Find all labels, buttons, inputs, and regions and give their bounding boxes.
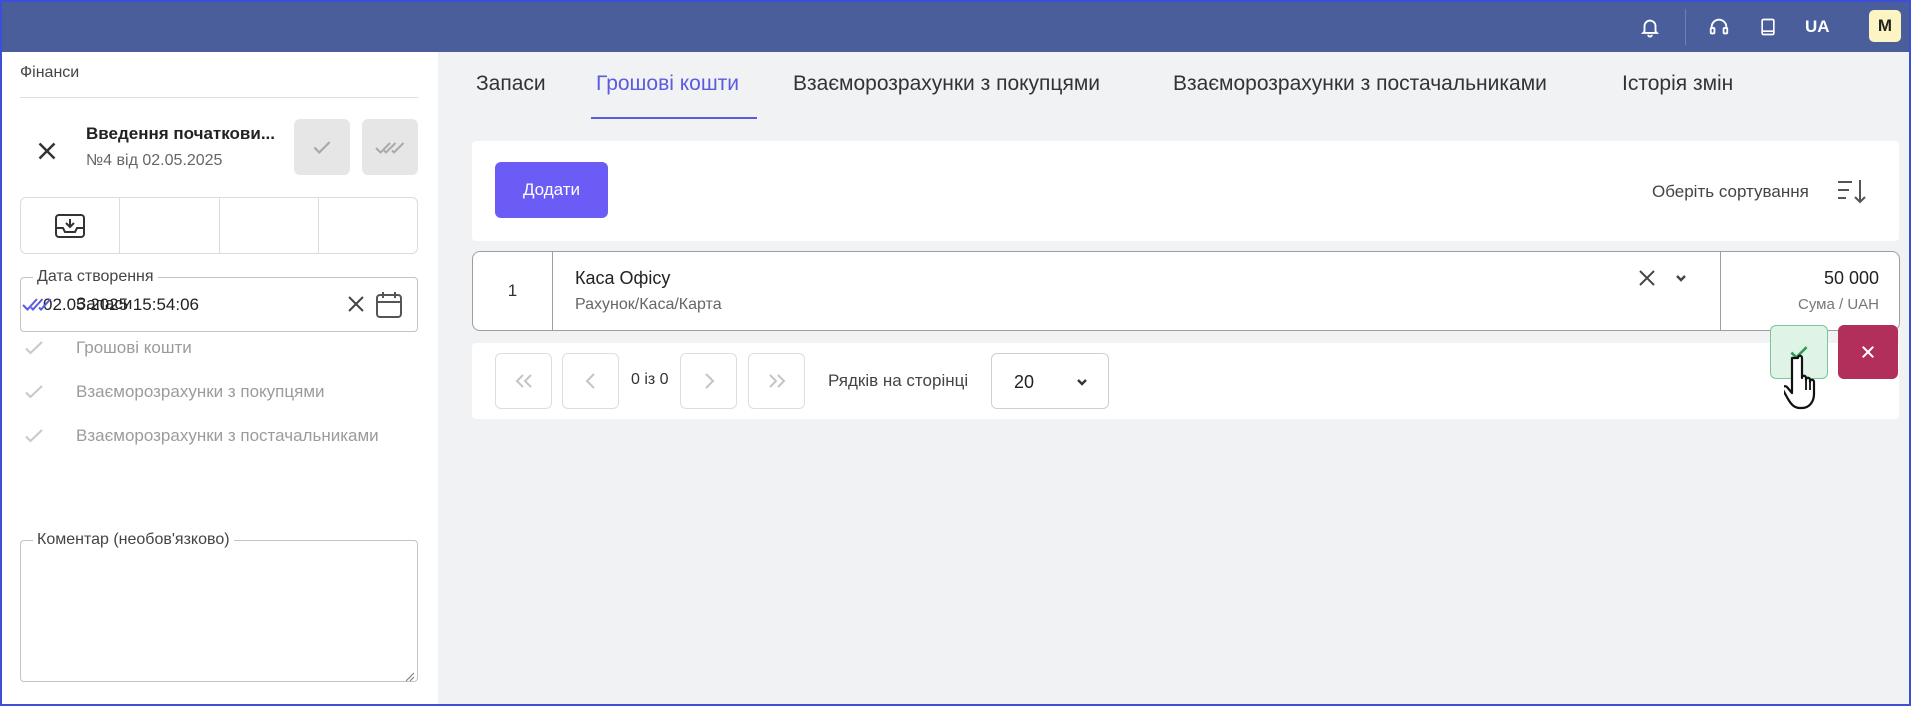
tab-zapasy[interactable]: Запаси: [476, 72, 546, 112]
avatar[interactable]: M: [1869, 10, 1901, 42]
empty-tile[interactable]: [120, 198, 220, 253]
prev-page-button[interactable]: [562, 353, 619, 409]
step-customers[interactable]: Взаєморозрахунки з покупцями: [22, 379, 325, 405]
toolbar: Додати Оберіть сортування: [472, 141, 1899, 241]
close-icon[interactable]: [32, 136, 62, 166]
app-frame: UA M Фінанси Введення початкови... №4 ві…: [2, 2, 1909, 704]
book-icon[interactable]: [1756, 15, 1780, 39]
approve-button[interactable]: [294, 119, 350, 175]
account-name[interactable]: Каса Офісу: [575, 268, 670, 289]
top-bar: UA M: [2, 2, 1909, 52]
double-chevron-left-icon: [515, 374, 532, 388]
document-subtitle: №4 від 02.05.2025: [86, 152, 223, 169]
first-page-button[interactable]: [495, 353, 552, 409]
rows-per-page-label: Рядків на сторінці: [828, 371, 969, 390]
page-info: 0 із 0: [631, 371, 669, 388]
action-tiles: [20, 197, 418, 254]
comment-label: Коментар (необов'язково): [33, 531, 234, 549]
sidebar: Фінанси Введення початкови... №4 від 02.…: [2, 52, 438, 704]
row-number: 1: [473, 252, 553, 330]
chevron-down-icon[interactable]: [1671, 268, 1691, 288]
double-check-icon: [22, 298, 52, 311]
step-label: Грошові кошти: [76, 338, 192, 357]
step-suppliers[interactable]: Взаєморозрахунки з постачальниками: [22, 423, 379, 449]
inbox-tile[interactable]: [21, 198, 121, 253]
empty-tile[interactable]: [319, 198, 417, 253]
account-hint: Рахунок/Каса/Карта: [575, 296, 722, 313]
headset-icon[interactable]: [1707, 15, 1731, 39]
check-icon: [25, 385, 43, 399]
bell-icon[interactable]: [1638, 15, 1662, 39]
divider: [1720, 252, 1721, 330]
topbar-divider: [1685, 9, 1686, 45]
section-title: Фінанси: [20, 64, 80, 81]
language-switch[interactable]: UA: [1805, 17, 1830, 37]
cancel-row-button[interactable]: [1838, 325, 1898, 379]
sort-label[interactable]: Оберіть сортування: [1652, 182, 1809, 202]
comment-field[interactable]: Коментар (необов'язково): [20, 531, 418, 682]
document-title: Введення початкови...: [86, 124, 276, 143]
created-date-label: Дата створення: [33, 268, 158, 286]
inbox-download-icon: [55, 213, 86, 238]
approve-all-button[interactable]: [362, 119, 418, 175]
clear-icon[interactable]: [1635, 266, 1659, 290]
step-zapasy[interactable]: Запаси: [22, 291, 132, 317]
rows-per-page-value: 20: [1014, 372, 1035, 392]
table-row[interactable]: 1 Каса Офісу Рахунок/Каса/Карта 50 000 С…: [472, 251, 1900, 331]
sort-icon[interactable]: [1835, 175, 1867, 207]
chevron-left-icon: [585, 373, 595, 389]
rows-per-page-select[interactable]: 20: [991, 353, 1109, 409]
tab-history[interactable]: Історія змін: [1622, 72, 1733, 112]
close-icon: [1862, 346, 1874, 358]
amount-value[interactable]: 50 000: [1824, 268, 1879, 289]
step-label: Взаєморозрахунки з постачальниками: [76, 426, 379, 445]
check-icon: [25, 341, 43, 355]
resize-handle-icon[interactable]: [405, 669, 415, 682]
tab-customers[interactable]: Взаєморозрахунки з покупцями: [793, 72, 1100, 112]
double-check-icon: [375, 142, 405, 154]
step-label: Запаси: [76, 294, 133, 313]
step-hroshovi-koshty[interactable]: Грошові кошти: [22, 335, 192, 361]
step-label: Взаєморозрахунки з покупцями: [76, 382, 325, 401]
clear-icon[interactable]: [344, 292, 368, 316]
hand-cursor-icon: [1784, 354, 1816, 410]
check-icon: [25, 429, 43, 443]
tab-suppliers[interactable]: Взаєморозрахунки з постачальниками: [1173, 72, 1547, 112]
active-tab-indicator: [591, 117, 757, 119]
amount-unit: Сума / UAH: [1798, 296, 1879, 313]
chevron-down-icon: [1072, 372, 1092, 392]
pagination: 0 із 0 Рядків на сторінці 20: [472, 343, 1899, 419]
chevron-right-icon: [704, 373, 714, 389]
last-page-button[interactable]: [748, 353, 805, 409]
divider: [20, 97, 418, 98]
add-button[interactable]: Додати: [495, 162, 608, 218]
next-page-button[interactable]: [680, 353, 737, 409]
calendar-icon[interactable]: [374, 290, 404, 320]
tab-hroshovi-koshty[interactable]: Грошові кошти: [596, 72, 739, 112]
empty-tile[interactable]: [220, 198, 319, 253]
double-chevron-right-icon: [768, 374, 785, 388]
check-icon: [313, 141, 331, 154]
